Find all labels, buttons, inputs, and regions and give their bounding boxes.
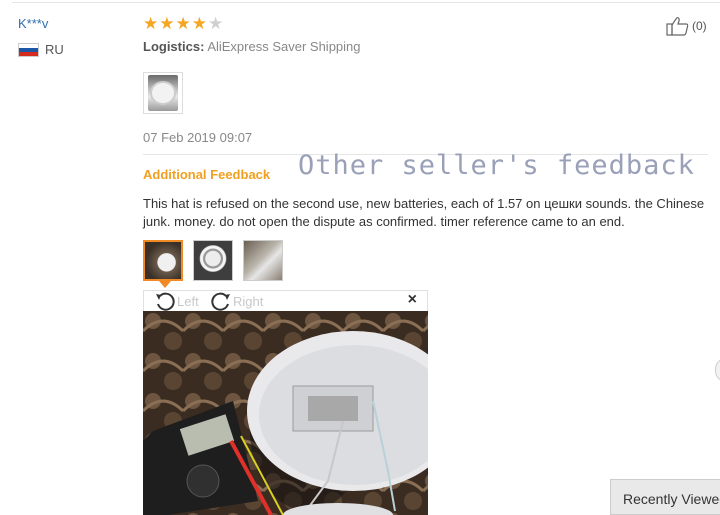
rotate-right-label: Right: [233, 293, 264, 309]
top-divider: [12, 2, 720, 3]
additional-feedback-text: This hat is refused on the second use, n…: [143, 196, 705, 229]
country-code: RU: [45, 42, 64, 57]
additional-feedback-heading: Additional Feedback: [143, 167, 271, 182]
rotate-right-button[interactable]: Right: [210, 291, 263, 311]
photo-content: [143, 311, 428, 515]
star-icon: ★: [191, 14, 207, 33]
star-icon: ★: [208, 14, 224, 33]
product-photo: [148, 75, 178, 111]
recently-viewed-button[interactable]: Recently Viewed: [610, 479, 720, 515]
rating-stars: ★ ★ ★ ★ ★: [143, 14, 223, 34]
likes-count: (0): [692, 19, 707, 33]
overlay-caption: Other seller's feedback: [298, 150, 695, 181]
logistics-line: Logistics: AliExpress Saver Shipping: [143, 39, 361, 54]
feedback-photo-thumb-2[interactable]: [193, 240, 233, 281]
helpful-button[interactable]: (0): [666, 16, 707, 36]
feedback-photo-thumbnails: [143, 240, 283, 281]
star-icon: ★: [143, 14, 159, 33]
star-icon: ★: [175, 14, 191, 33]
photo-viewer-toolbar: Left Right ×: [143, 290, 428, 311]
feedback-photo-thumb-1[interactable]: [143, 240, 183, 281]
russia-flag-icon: [18, 42, 39, 57]
feedback-photo-thumb-3[interactable]: [243, 240, 283, 281]
reviewer-name[interactable]: K***v: [18, 16, 48, 31]
star-icon: ★: [159, 14, 175, 33]
active-thumb-caret: [159, 281, 171, 288]
rotate-left-label: Left: [177, 293, 199, 309]
rotate-left-button[interactable]: Left: [154, 291, 199, 311]
logistics-value: AliExpress Saver Shipping: [207, 39, 361, 54]
rotate-left-icon: [156, 292, 175, 311]
rotate-right-icon: [211, 292, 230, 311]
next-review-arrow[interactable]: [715, 358, 720, 382]
reviewer-country: RU: [18, 42, 64, 57]
close-viewer-button[interactable]: ×: [408, 291, 417, 309]
enlarged-feedback-photo: [143, 311, 428, 515]
review-date: 07 Feb 2019 09:07: [143, 130, 253, 145]
thumbs-up-icon: [666, 17, 689, 36]
review-photo-thumbnail[interactable]: [143, 72, 183, 114]
logistics-label: Logistics:: [143, 39, 205, 54]
